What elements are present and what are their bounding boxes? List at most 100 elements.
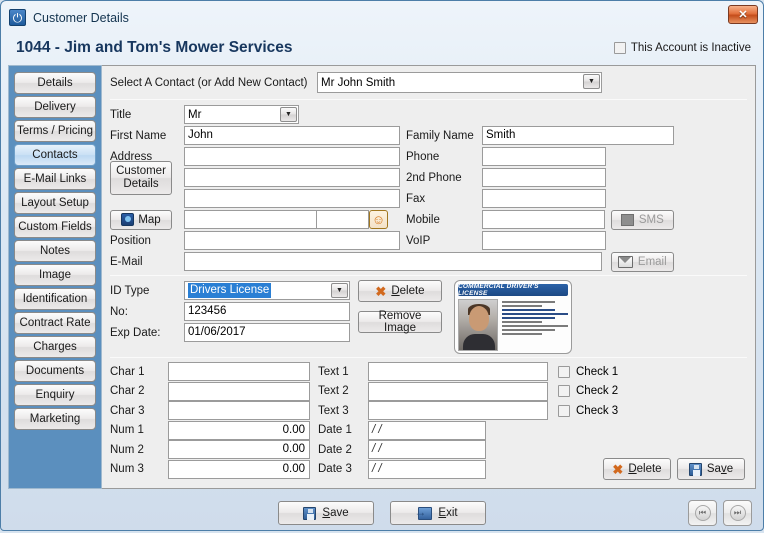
sidebar-item-details[interactable]: Details (14, 72, 96, 94)
sidebar-item-layout-setup[interactable]: Layout Setup (14, 192, 96, 214)
family-name-row: Family Name Smith (406, 125, 674, 146)
text3-input[interactable] (368, 401, 548, 421)
family-name-input[interactable]: Smith (482, 126, 674, 145)
delete-id-button[interactable]: ✖ Delete (358, 280, 442, 302)
sidebar-item-contacts[interactable]: Contacts (14, 144, 96, 166)
license-line (502, 333, 542, 335)
sidebar-item-delivery[interactable]: Delivery (14, 96, 96, 118)
sidebar-item-image[interactable]: Image (14, 264, 96, 286)
exit-button[interactable]: Exit (390, 501, 486, 525)
position-input[interactable] (184, 231, 400, 250)
text1-row: Text 1 (318, 362, 548, 382)
sidebar-item-contract-rate[interactable]: Contract Rate (14, 312, 96, 334)
id-type-row: ID Type Drivers License ▼ (110, 280, 350, 301)
map-button[interactable]: Map (110, 209, 172, 230)
chevron-down-icon[interactable]: ▼ (583, 74, 600, 89)
close-button[interactable]: ✕ (728, 5, 758, 24)
id-exp-label: Exp Date: (110, 326, 161, 339)
title-bar: ⏻ Customer Details ✕ (4, 4, 760, 31)
customer-details-button[interactable]: Customer Details (110, 160, 172, 195)
checkbox-icon[interactable] (558, 385, 570, 398)
first-name-label: First Name (110, 129, 167, 142)
char2-input[interactable] (168, 381, 310, 401)
id-type-select[interactable]: Drivers License ▼ (184, 281, 350, 300)
date1-input[interactable]: / / (368, 420, 486, 440)
sidebar-item-documents[interactable]: Documents (14, 360, 96, 382)
address-state-input[interactable] (317, 210, 369, 229)
remove-image-button[interactable]: Remove Image (358, 310, 442, 334)
date2-input[interactable]: / / (368, 440, 486, 460)
smiley-icon[interactable]: ☺ (369, 210, 388, 229)
inactive-account-checkbox[interactable]: This Account is Inactive (613, 42, 751, 54)
license-line (502, 309, 555, 311)
phone-row: Phone (406, 146, 674, 167)
email-button[interactable]: Email (610, 251, 674, 272)
save-record-button[interactable]: Save (677, 458, 745, 480)
email-row: E-Mail (110, 251, 602, 272)
num1-input[interactable]: 0.00 (168, 420, 310, 440)
first-record-button[interactable]: ⏮ (688, 500, 717, 526)
save-button[interactable]: Save (278, 501, 374, 525)
checkbox-icon[interactable] (558, 404, 570, 417)
address-city-input[interactable] (184, 210, 317, 229)
address-line1-input[interactable] (184, 147, 400, 166)
num3-row: Num 3 0.00 (110, 459, 310, 480)
customer-details-window: ⏻ Customer Details ✕ 1044 - Jim and Tom'… (0, 0, 764, 531)
address-line2-input[interactable] (184, 168, 400, 187)
char3-input[interactable] (168, 401, 310, 421)
date2-row: Date 2 / / (318, 440, 548, 460)
checkbox-icon[interactable] (613, 42, 626, 54)
license-line (502, 329, 555, 331)
text1-input[interactable] (368, 362, 548, 382)
sidebar-item-terms-pricing[interactable]: Terms / Pricing (14, 120, 96, 142)
title-select[interactable]: Mr ▼ (184, 105, 299, 124)
mobile-input[interactable] (482, 210, 605, 229)
sidebar-item-custom-fields[interactable]: Custom Fields (14, 216, 96, 238)
last-record-button[interactable]: ⏭ (723, 500, 752, 526)
voip-input[interactable] (482, 231, 606, 250)
record-navigation: ⏮ ⏭ (688, 500, 752, 526)
sidebar-item-email-links[interactable]: E-Mail Links (14, 168, 96, 190)
license-line (502, 305, 542, 307)
chevron-down-icon[interactable]: ▼ (331, 283, 348, 298)
phone-input[interactable] (482, 147, 606, 166)
date3-input[interactable]: / / (368, 459, 486, 479)
sidebar-item-identification[interactable]: Identification (14, 288, 96, 310)
num2-row: Num 2 0.00 (110, 440, 310, 460)
check1-row[interactable]: Check 1 (558, 362, 668, 382)
address-line3-input[interactable] (184, 189, 400, 208)
phone2-input[interactable] (482, 168, 606, 187)
customer-details-line1: Customer (116, 164, 166, 177)
voip-label: VoIP (406, 234, 431, 247)
sidebar-item-notes[interactable]: Notes (14, 240, 96, 262)
check2-row[interactable]: Check 2 (558, 382, 668, 402)
divider (110, 357, 747, 358)
first-name-input[interactable]: John (184, 126, 400, 145)
custom-fields-column-b: Text 1 Text 2 Text 3 Date 1 / / Date 2 /… (318, 362, 548, 479)
check3-row[interactable]: Check 3 (558, 401, 668, 421)
fax-input[interactable] (482, 189, 606, 208)
page-header: 1044 - Jim and Tom's Mower Services This… (7, 31, 757, 65)
right-spacer (406, 104, 674, 125)
id-exp-input[interactable]: 01/06/2017 (184, 323, 350, 342)
checkbox-icon[interactable] (558, 365, 570, 378)
delete-record-button[interactable]: ✖ Delete (603, 458, 671, 480)
text2-input[interactable] (368, 381, 548, 401)
id-no-input[interactable]: 123456 (184, 302, 350, 321)
contact-select[interactable]: Mr John Smith ▼ (317, 72, 602, 93)
num3-input[interactable]: 0.00 (168, 459, 310, 479)
chevron-down-icon[interactable]: ▼ (280, 107, 297, 122)
sidebar-item-marketing[interactable]: Marketing (14, 408, 96, 430)
sidebar-item-enquiry[interactable]: Enquiry (14, 384, 96, 406)
sms-button[interactable]: SMS (610, 209, 674, 230)
num3-label: Num 3 (110, 463, 144, 476)
globe-icon (121, 213, 135, 226)
check2-label: Check 2 (576, 385, 619, 398)
num2-input[interactable]: 0.00 (168, 440, 310, 460)
sidebar-tabs: Details Delivery Terms / Pricing Contact… (8, 65, 102, 489)
char1-input[interactable] (168, 362, 310, 382)
email-label: E-Mail (110, 255, 143, 268)
phone-label: Phone (406, 150, 440, 163)
text3-row: Text 3 (318, 401, 548, 421)
sidebar-item-charges[interactable]: Charges (14, 336, 96, 358)
